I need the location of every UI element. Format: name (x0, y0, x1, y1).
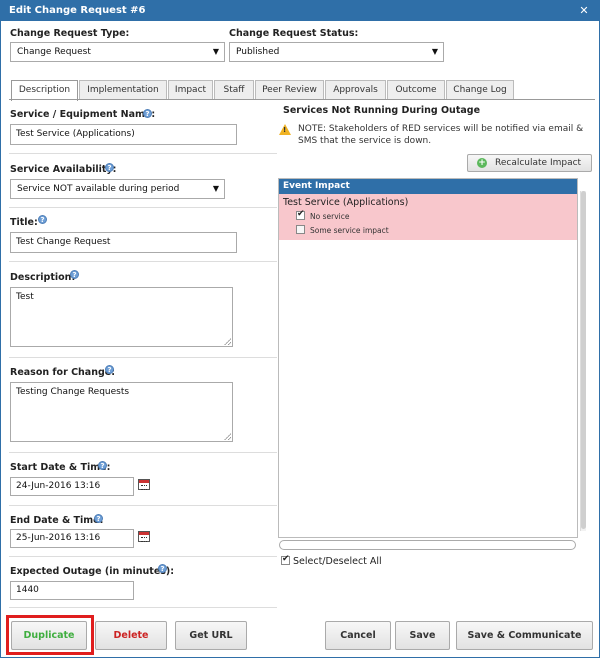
edit-change-request-dialog: Edit Change Request #6 ✕ Change Request … (0, 0, 600, 658)
separator (9, 153, 277, 154)
vertical-scrollbar[interactable] (580, 191, 586, 531)
help-icon[interactable]: ? (38, 215, 47, 224)
end-date-input[interactable]: 25-Jun-2016 13:16 (10, 529, 134, 548)
status-select[interactable]: Published ▼ (229, 42, 444, 62)
event-impact-heading: Event Impact (279, 179, 577, 194)
plus-icon: + (477, 158, 487, 168)
warning-mark: ! (283, 126, 287, 134)
reason-label: Reason for Change: (10, 367, 116, 378)
tab-change-log[interactable]: Change Log (446, 80, 514, 100)
checkmark-icon: ✔ (297, 209, 305, 219)
status-label: Change Request Status: (229, 28, 359, 39)
tab-outcome[interactable]: Outcome (387, 80, 445, 100)
type-label: Change Request Type: (10, 28, 130, 39)
delete-button[interactable]: Delete (95, 621, 167, 650)
availability-select[interactable]: Service NOT available during period ▼ (10, 179, 225, 199)
availability-select-value: Service NOT available during period (17, 184, 180, 194)
chevron-down-icon: ▼ (212, 47, 219, 56)
separator (9, 207, 277, 208)
description-label: Description: (10, 272, 76, 283)
help-icon[interactable]: ? (105, 163, 114, 172)
tab-divider (9, 99, 595, 100)
separator (9, 452, 277, 453)
status-select-value: Published (236, 47, 280, 57)
get-url-button[interactable]: Get URL (175, 621, 247, 650)
duplicate-highlight-box (6, 615, 94, 655)
tab-staff[interactable]: Staff (214, 80, 254, 100)
service-label: Service / Equipment Name: (10, 109, 156, 120)
description-text: Test (16, 292, 34, 302)
separator (9, 261, 277, 262)
select-all-label: Select/Deselect All (293, 556, 382, 567)
some-impact-checkbox[interactable] (296, 225, 305, 234)
help-icon[interactable]: ? (158, 564, 167, 573)
help-icon[interactable]: ? (98, 461, 107, 470)
service-input[interactable]: Test Service (Applications) (10, 124, 237, 145)
recalculate-label: Recalculate Impact (495, 158, 582, 168)
tab-approvals[interactable]: Approvals (325, 80, 386, 100)
cancel-button[interactable]: Cancel (325, 621, 391, 650)
horizontal-scrollbar[interactable] (279, 540, 576, 550)
dialog-title-bar: Edit Change Request #6 ✕ (1, 1, 599, 21)
type-select-value: Change Request (17, 47, 91, 57)
impact-service-name: Test Service (Applications) (283, 197, 409, 208)
outage-input[interactable]: 1440 (10, 581, 134, 600)
start-label: Start Date & Time: (10, 462, 111, 473)
tab-bar: Description Implementation Impact Staff … (9, 80, 599, 101)
event-impact-panel: Event Impact Test Service (Applications)… (278, 178, 578, 538)
tab-description[interactable]: Description (11, 80, 78, 101)
save-and-communicate-button[interactable]: Save & Communicate (456, 621, 593, 650)
chevron-down-icon: ▼ (431, 47, 438, 56)
scrollbar-thumb[interactable] (581, 191, 586, 529)
close-icon[interactable]: ✕ (578, 5, 590, 17)
type-select[interactable]: Change Request ▼ (10, 42, 225, 62)
help-icon[interactable]: ? (143, 109, 152, 118)
description-textarea[interactable]: Test (10, 287, 233, 347)
help-icon[interactable]: ? (105, 365, 114, 374)
impact-row: Test Service (Applications) ✔ No service… (279, 194, 577, 240)
services-note: NOTE: Stakeholders of RED services will … (298, 124, 584, 146)
services-heading: Services Not Running During Outage (283, 105, 481, 116)
reason-text: Testing Change Requests (16, 387, 130, 397)
chevron-down-icon: ▼ (212, 184, 219, 193)
tab-peer-review[interactable]: Peer Review (255, 80, 324, 100)
resize-handle[interactable] (224, 433, 231, 440)
some-impact-label: Some service impact (310, 226, 389, 235)
availability-label: Service Availability: (10, 164, 117, 175)
tab-impact[interactable]: Impact (168, 80, 213, 100)
end-label: End Date & Time: (10, 515, 104, 526)
title-input[interactable]: Test Change Request (10, 232, 237, 253)
outage-label: Expected Outage (in minutes): (10, 566, 175, 577)
resize-handle[interactable] (224, 338, 231, 345)
title-label: Title: (10, 217, 38, 228)
recalculate-impact-button[interactable]: + Recalculate Impact (467, 154, 592, 172)
help-icon[interactable]: ? (70, 270, 79, 279)
tab-implementation[interactable]: Implementation (79, 80, 167, 100)
checkmark-icon: ✔ (282, 554, 290, 564)
dialog-title: Edit Change Request #6 (9, 5, 146, 16)
separator (9, 607, 277, 608)
start-date-input[interactable]: 24-Jun-2016 13:16 (10, 477, 134, 496)
calendar-icon[interactable] (138, 479, 150, 490)
no-service-label: No service (310, 212, 350, 221)
separator (9, 505, 277, 506)
separator (9, 556, 277, 557)
reason-textarea[interactable]: Testing Change Requests (10, 382, 233, 442)
help-icon[interactable]: ? (94, 514, 103, 523)
separator (9, 357, 277, 358)
calendar-icon[interactable] (138, 531, 150, 542)
save-button[interactable]: Save (395, 621, 450, 650)
